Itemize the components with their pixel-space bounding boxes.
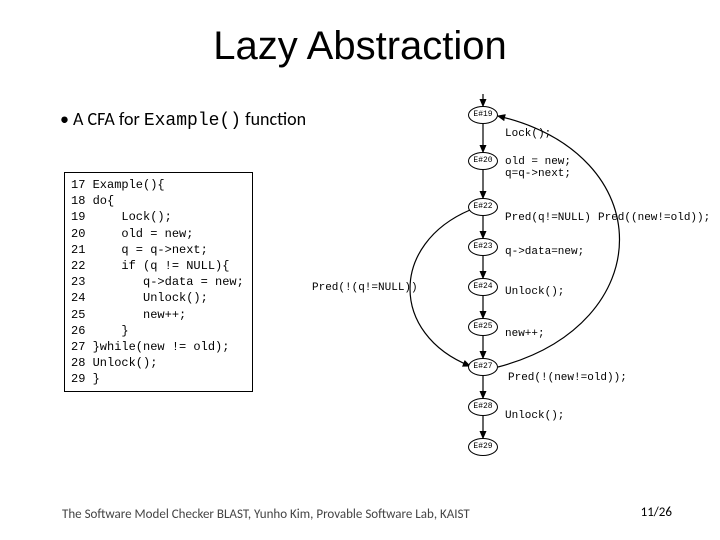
node-e28: E#28: [468, 398, 498, 416]
node-e24: E#24: [468, 278, 498, 296]
edges-svg: [330, 94, 710, 484]
bullet-suffix: function: [241, 108, 306, 130]
node-e27: E#27: [468, 358, 498, 376]
bullet-code: Example(): [144, 111, 241, 131]
node-e22: E#22: [468, 198, 498, 216]
code-listing: 17 Example(){ 18 do{ 19 Lock(); 20 old =…: [64, 172, 253, 392]
node-e23: E#23: [468, 238, 498, 256]
bullet-prefix: • A CFA for: [60, 108, 144, 130]
node-e19: E#19: [468, 106, 498, 124]
node-e20: E#20: [468, 152, 498, 170]
page-number: 11/26: [641, 505, 672, 520]
slide-title: Lazy Abstraction: [0, 0, 720, 69]
node-e29: E#29: [468, 438, 498, 456]
cfa-diagram: E#19 E#20 E#22 E#23 E#24 E#25 E#27 E#28 …: [330, 94, 710, 484]
footer-text: The Software Model Checker BLAST, Yunho …: [62, 507, 470, 522]
node-e25: E#25: [468, 318, 498, 336]
bullet-line: • A CFA for Example() function: [60, 108, 306, 131]
